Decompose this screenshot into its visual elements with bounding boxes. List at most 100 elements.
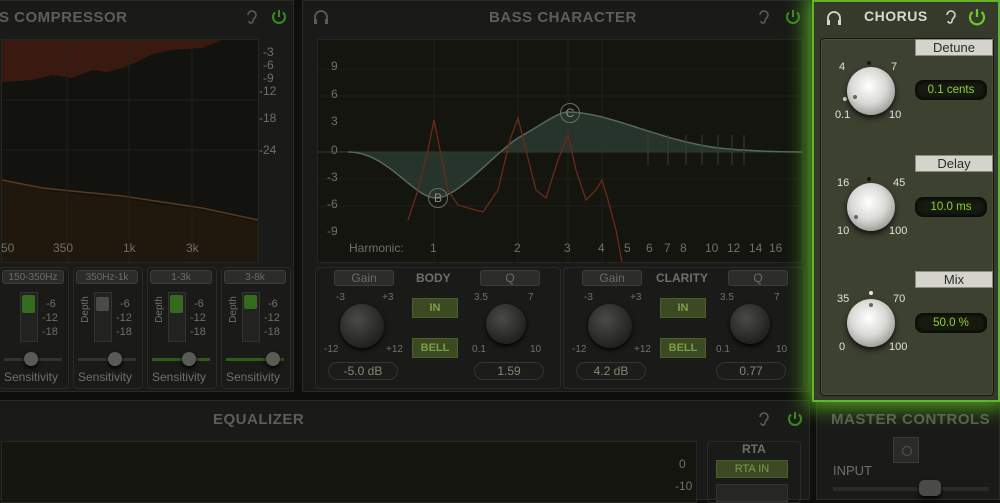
eq-node-c[interactable]: C xyxy=(560,103,580,123)
rta-label: RTA xyxy=(742,442,766,456)
depth-fader[interactable] xyxy=(242,292,260,342)
clarity-in-button[interactable]: IN xyxy=(660,298,706,318)
listen-ear-icon[interactable] xyxy=(243,7,261,27)
master-toggle-button[interactable] xyxy=(893,437,919,463)
band-scale: -12 xyxy=(42,312,58,324)
body-in-button[interactable]: IN xyxy=(412,298,458,318)
band-scale: -6 xyxy=(120,298,130,310)
detune-scale-hi: 7 xyxy=(891,61,898,73)
band-scale: -18 xyxy=(190,326,206,338)
compressor-panel: S COMPRESSOR -3 -6 -9 -12 -18 -24 50 350… xyxy=(0,0,294,392)
y-tick: -9 xyxy=(327,224,338,238)
power-icon[interactable] xyxy=(785,409,805,429)
body-gain-value[interactable]: -5.0 dB xyxy=(328,362,398,380)
band-strip: 3-8k Depth -6 -12 -18 Sensitivity xyxy=(221,267,291,389)
listen-ear-icon[interactable] xyxy=(755,7,773,27)
body-q-value[interactable]: 1.59 xyxy=(474,362,544,380)
equalizer-panel: EQUALIZER 0 -10 RTA RTA IN xyxy=(0,400,810,503)
q-scale-hi: 7 xyxy=(774,292,780,303)
clarity-label: CLARITY xyxy=(656,271,708,285)
power-icon[interactable] xyxy=(966,6,988,28)
rta-secondary-button[interactable] xyxy=(716,484,788,502)
band-strip: 150-350Hz -6 -12 -18 Sensitivity xyxy=(0,267,69,389)
master-controls-panel: MASTER CONTROLS INPUT xyxy=(816,400,1000,500)
sensitivity-label: Sensitivity xyxy=(78,370,133,384)
listen-ear-icon[interactable] xyxy=(755,409,773,429)
equalizer-graph[interactable] xyxy=(1,441,697,503)
y-tick: 6 xyxy=(331,87,338,101)
clarity-gain-knob[interactable] xyxy=(588,304,632,348)
detune-value[interactable]: 0.1 cents xyxy=(915,80,987,100)
depth-fader[interactable] xyxy=(20,292,38,342)
gain-scale-lo: -3 xyxy=(584,292,593,303)
delay-knob[interactable] xyxy=(847,183,895,231)
harmonic-tick: 7 xyxy=(664,241,671,255)
band-scale: -6 xyxy=(46,298,56,310)
q-scale-lo: 3.5 xyxy=(720,292,734,303)
detune-scale-max: 10 xyxy=(889,109,902,121)
detune-knob[interactable] xyxy=(847,67,895,115)
listen-ear-icon[interactable] xyxy=(942,7,960,27)
sensitivity-slider[interactable] xyxy=(226,352,284,366)
y-tick: -3 xyxy=(327,170,338,184)
delay-value[interactable]: 10.0 ms xyxy=(915,197,987,217)
mix-knob[interactable] xyxy=(847,299,895,347)
sensitivity-slider[interactable] xyxy=(152,352,210,366)
band-label: 150-350Hz xyxy=(2,270,64,284)
q-scale-min: 0.1 xyxy=(472,344,486,355)
band-label: 3-8k xyxy=(224,270,286,284)
body-gain-knob[interactable] xyxy=(340,304,384,348)
headphones-icon[interactable] xyxy=(824,8,844,28)
body-label: BODY xyxy=(416,271,451,285)
q-scale-hi: 7 xyxy=(528,292,534,303)
sensitivity-slider[interactable] xyxy=(4,352,62,366)
clarity-gain-value[interactable]: 4.2 dB xyxy=(576,362,646,380)
chorus-controls: Detune 4 7 0.1 10 0.1 cents Delay 16 45 … xyxy=(820,38,994,396)
equalizer-title: EQUALIZER xyxy=(213,411,305,428)
harmonic-tick: 4 xyxy=(598,241,605,255)
input-slider[interactable] xyxy=(833,480,989,496)
clarity-bell-button[interactable]: BELL xyxy=(660,338,706,358)
band-scale: -6 xyxy=(194,298,204,310)
delay-tick xyxy=(867,177,871,181)
y-tick: 0 xyxy=(331,143,338,157)
depth-fader[interactable] xyxy=(94,292,112,342)
band-scale: -18 xyxy=(42,326,58,338)
delay-scale-hi: 45 xyxy=(893,177,906,189)
harmonic-tick: 6 xyxy=(646,241,653,255)
gain-scale-max: +12 xyxy=(634,344,651,355)
body-gain-header: Gain xyxy=(334,270,394,286)
harmonic-tick: 5 xyxy=(624,241,631,255)
clarity-q-knob[interactable] xyxy=(730,304,770,344)
eq-tick: -10 xyxy=(675,479,693,493)
harmonic-tick: 14 xyxy=(749,241,763,255)
power-icon[interactable] xyxy=(783,7,803,27)
q-scale-max: 10 xyxy=(776,344,788,355)
eq-node-b[interactable]: B xyxy=(428,188,448,208)
band-strip: 350Hz-1k Depth -6 -12 -18 Sensitivity xyxy=(73,267,143,389)
band-label: 350Hz-1k xyxy=(76,270,138,284)
band-scale: -18 xyxy=(264,326,280,338)
gain-scale-max: +12 xyxy=(386,344,403,355)
band-label: 1-3k xyxy=(150,270,212,284)
rta-box: RTA RTA IN xyxy=(707,441,801,503)
body-q-header: Q xyxy=(480,270,540,286)
rta-in-button[interactable]: RTA IN xyxy=(716,460,788,478)
clarity-q-header: Q xyxy=(728,270,788,286)
headphones-icon[interactable] xyxy=(311,7,331,27)
detune-scale-min: 0.1 xyxy=(835,109,851,121)
body-q-knob[interactable] xyxy=(486,304,526,344)
body-bell-button[interactable]: BELL xyxy=(412,338,458,358)
power-icon[interactable] xyxy=(269,7,289,27)
clarity-q-value[interactable]: 0.77 xyxy=(716,362,786,380)
depth-fader[interactable] xyxy=(168,292,186,342)
compressor-graph[interactable] xyxy=(1,39,259,263)
harmonic-tick: 1 xyxy=(430,241,437,255)
sensitivity-slider[interactable] xyxy=(78,352,136,366)
chorus-title: CHORUS xyxy=(864,8,928,24)
y-tick: 9 xyxy=(331,59,338,73)
freq-tick: 1k xyxy=(123,241,136,255)
db-tick: -18 xyxy=(259,111,277,125)
mix-value[interactable]: 50.0 % xyxy=(915,313,987,333)
harmonic-graph[interactable]: B C xyxy=(317,39,803,263)
